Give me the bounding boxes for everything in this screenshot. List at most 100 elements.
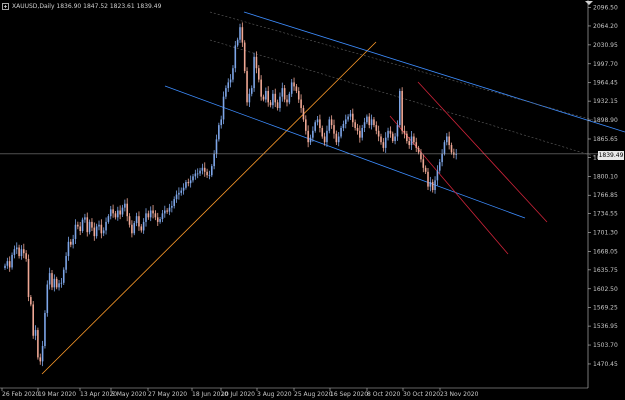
- candle-body: [112, 209, 114, 214]
- candle-body: [84, 217, 86, 220]
- candle-body: [4, 265, 6, 269]
- candle-body: [269, 102, 272, 106]
- candle-body: [65, 256, 67, 270]
- candle-body: [410, 136, 413, 146]
- candle-body: [424, 167, 427, 172]
- candle-body: [225, 88, 227, 97]
- candle-body: [319, 119, 321, 128]
- candle-body: [145, 213, 147, 222]
- chart-shift-marker[interactable]: [585, 1, 593, 5]
- current-price-tag: 1839.49: [598, 151, 624, 160]
- price-tick-label: 1668.05: [593, 248, 618, 255]
- candle-body: [279, 96, 281, 109]
- price-tick-label: 1734.55: [593, 211, 618, 218]
- candle-body: [86, 217, 89, 233]
- candle-body: [44, 312, 46, 346]
- candle-body: [161, 213, 164, 220]
- candle-body: [246, 71, 248, 103]
- candle-body: [211, 166, 213, 176]
- candle-body: [60, 282, 63, 284]
- candle-body: [406, 133, 408, 142]
- candle-body: [166, 210, 168, 212]
- candle-body: [187, 182, 190, 184]
- candle-body: [213, 153, 215, 167]
- time-tick-label: 19 Mar 2020: [38, 391, 76, 398]
- candle-body: [361, 127, 363, 138]
- candle-body: [88, 221, 91, 233]
- candle-body: [354, 122, 356, 128]
- candle-body: [98, 224, 100, 227]
- candle-body: [302, 108, 305, 120]
- time-tick-label: 5 May 2020: [111, 391, 146, 398]
- candle-body: [236, 39, 239, 46]
- candle-body: [363, 122, 366, 128]
- candle-body: [253, 56, 255, 89]
- candle-body: [403, 130, 406, 134]
- candle-body: [154, 213, 157, 218]
- price-tick-label: 1898.90: [593, 117, 618, 124]
- candle-body: [201, 167, 204, 171]
- price-tick-label: 1997.70: [593, 61, 618, 68]
- candle-body: [131, 224, 133, 234]
- candle-body: [152, 210, 154, 214]
- candle-body: [140, 226, 143, 231]
- candle-body: [262, 96, 265, 100]
- candle-body: [11, 254, 13, 268]
- candle: [27, 254, 30, 302]
- candle-body: [20, 249, 23, 257]
- candle-body: [222, 96, 225, 120]
- candle-body: [328, 119, 331, 131]
- price-tick-label: 1964.45: [593, 80, 618, 87]
- candle-body: [373, 119, 375, 126]
- candle-body: [62, 269, 65, 283]
- candle-body: [93, 227, 96, 237]
- candle-body: [293, 82, 295, 87]
- candle-body: [138, 216, 140, 227]
- candle-body: [81, 219, 84, 232]
- candle-body: [39, 357, 42, 362]
- candle-body: [307, 130, 309, 143]
- candle-body: [15, 247, 18, 250]
- price-tick-label: 1800.10: [593, 173, 618, 180]
- candle-body: [427, 171, 429, 187]
- candle-body: [359, 130, 361, 138]
- price-tick-label: 1635.75: [593, 267, 618, 274]
- candle-body: [241, 27, 244, 43]
- candle-body: [446, 136, 448, 143]
- candle-body: [443, 142, 446, 154]
- candle-body: [305, 119, 307, 131]
- candle-body: [168, 207, 171, 212]
- candle-body: [100, 224, 103, 234]
- candle-body: [431, 182, 434, 191]
- candle-body: [185, 182, 187, 188]
- candle: [37, 327, 39, 360]
- candle-body: [46, 284, 49, 313]
- candle-body: [272, 93, 274, 106]
- price-tick-label: 2030.95: [593, 42, 618, 49]
- candle-body: [220, 119, 222, 126]
- candle-body: [215, 139, 218, 154]
- chart-window[interactable]: 2096.50 2064.20 2030.95 1997.70 1964.45 1932.…: [0, 0, 625, 400]
- candle-body: [295, 86, 298, 91]
- candle: [11, 252, 13, 270]
- candle-body: [417, 147, 420, 153]
- symbol-menu-icon[interactable]: [2, 3, 9, 10]
- candle-body: [248, 93, 251, 103]
- candle-body: [159, 219, 161, 222]
- candle-body: [149, 210, 152, 218]
- candle: [401, 87, 403, 135]
- candle-body: [260, 79, 262, 97]
- price-chart[interactable]: 2096.50 2064.20 2030.95 1997.70 1964.45 1932.…: [0, 0, 625, 400]
- candle-body: [429, 182, 432, 187]
- candle-body: [51, 273, 53, 288]
- candle-body: [23, 249, 25, 254]
- candle-body: [199, 170, 201, 174]
- time-tick-label: 25 Aug 2020: [294, 391, 333, 398]
- candle-body: [6, 261, 9, 266]
- candle-body: [420, 152, 422, 160]
- candle-body: [382, 142, 385, 148]
- candle-body: [109, 209, 112, 217]
- candle-body: [330, 119, 333, 126]
- candle-body: [401, 90, 403, 131]
- candle-body: [124, 203, 126, 208]
